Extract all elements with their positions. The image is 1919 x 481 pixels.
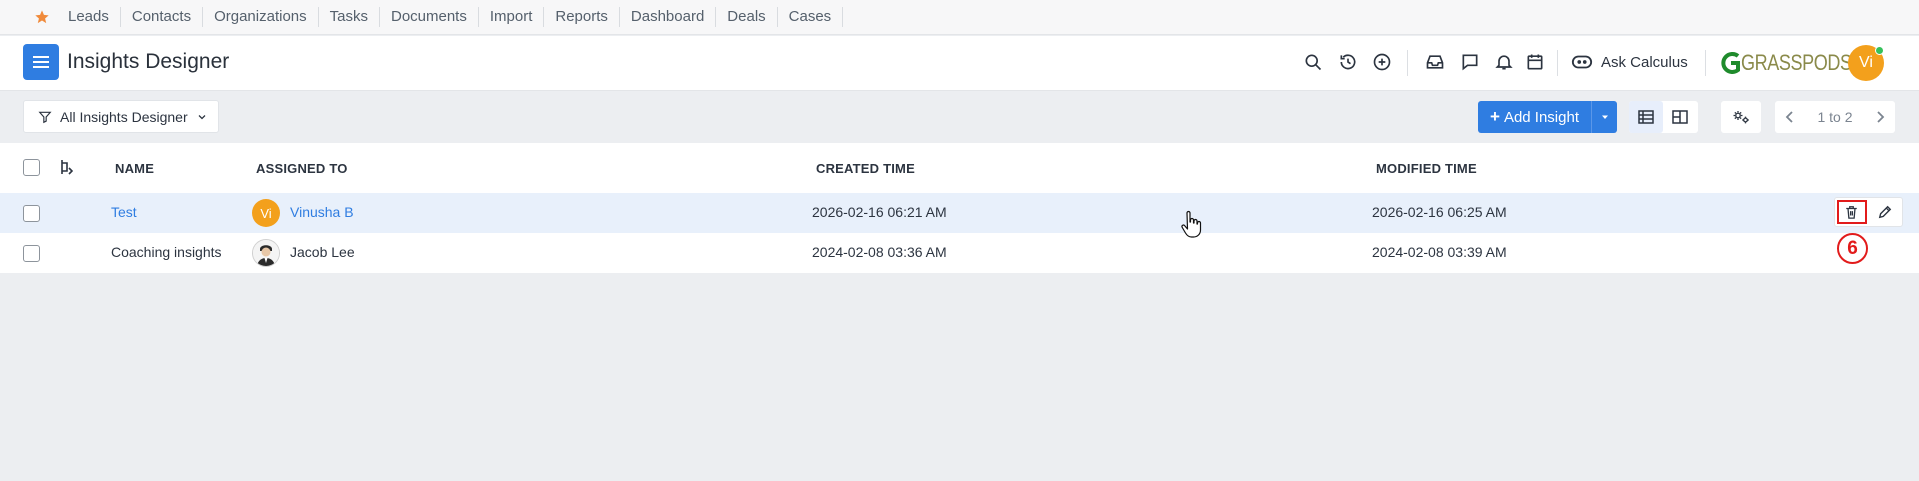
nav-documents[interactable]: Documents xyxy=(380,7,479,27)
nav-deals[interactable]: Deals xyxy=(716,7,778,27)
table-row[interactable]: Coaching insights Jacob Lee 2024-02-08 0… xyxy=(0,233,1919,273)
logo-mark-icon xyxy=(1721,52,1740,74)
bell-icon[interactable] xyxy=(1493,51,1515,73)
hamburger-icon xyxy=(33,56,49,68)
person-photo-icon xyxy=(253,240,279,266)
created-time: 2026-02-16 06:21 AM xyxy=(812,204,947,220)
calendar-icon[interactable] xyxy=(1524,51,1546,73)
filter-label: All Insights Designer xyxy=(60,108,188,125)
gears-icon xyxy=(1733,111,1749,124)
nav-contacts[interactable]: Contacts xyxy=(121,7,204,27)
top-nav: Leads Contacts Organizations Tasks Docum… xyxy=(0,0,1919,35)
kanban-view-icon xyxy=(1672,110,1688,124)
add-insight-button-group: + Add Insight xyxy=(1478,101,1617,133)
insight-name[interactable]: Coaching insights xyxy=(111,244,222,260)
assignee-name[interactable]: Jacob Lee xyxy=(290,244,355,260)
page-title: Insights Designer xyxy=(67,50,230,73)
column-resize-icon[interactable] xyxy=(59,159,74,180)
menu-button[interactable] xyxy=(23,44,59,80)
modified-time: 2026-02-16 06:25 AM xyxy=(1372,204,1507,220)
column-header-name[interactable]: NAME xyxy=(115,161,154,176)
nav-tasks[interactable]: Tasks xyxy=(319,7,380,27)
modified-time: 2024-02-08 03:39 AM xyxy=(1372,244,1507,260)
star-icon[interactable] xyxy=(33,9,50,26)
ask-calculus-button[interactable]: Ask Calculus xyxy=(1571,49,1688,75)
step-annotation-badge: 6 xyxy=(1837,233,1868,264)
filter-icon xyxy=(38,111,52,123)
add-insight-label: Add Insight xyxy=(1503,108,1579,126)
hand-cursor-icon xyxy=(1180,210,1202,245)
bot-icon xyxy=(1571,55,1593,69)
add-insight-button[interactable]: + Add Insight xyxy=(1478,101,1591,133)
page-range: 1 to 2 xyxy=(1817,109,1853,125)
edit-button[interactable] xyxy=(1869,198,1903,226)
history-icon[interactable] xyxy=(1337,51,1359,73)
table-row[interactable]: Test Vi Vinusha B 2026-02-16 06:21 AM 20… xyxy=(0,193,1919,233)
assignee-initials: Vi xyxy=(260,205,272,221)
select-all-checkbox[interactable] xyxy=(23,159,40,176)
add-circle-icon[interactable] xyxy=(1371,51,1393,73)
page-header: Insights Designer Ask Calculus GRASSPODS… xyxy=(0,36,1919,91)
assignee-avatar xyxy=(252,239,280,267)
chevron-left-icon[interactable] xyxy=(1785,110,1795,124)
view-toggle xyxy=(1629,101,1698,133)
column-header-created-time[interactable]: CREATED TIME xyxy=(816,161,915,176)
ask-calculus-label: Ask Calculus xyxy=(1601,53,1688,71)
assignee-avatar: Vi xyxy=(252,199,280,227)
chat-icon[interactable] xyxy=(1459,51,1481,73)
nav-dashboard[interactable]: Dashboard xyxy=(620,7,717,27)
assignee-link[interactable]: Vinusha B xyxy=(290,204,354,220)
nav-import[interactable]: Import xyxy=(479,7,545,27)
created-time: 2024-02-08 03:36 AM xyxy=(812,244,947,260)
insight-name-link[interactable]: Test xyxy=(111,204,137,220)
table-view-icon xyxy=(1638,110,1654,124)
search-icon[interactable] xyxy=(1302,51,1324,73)
caret-down-icon xyxy=(1601,115,1608,119)
logo-text: GRASSPODS xyxy=(1741,50,1852,75)
list-view-button[interactable] xyxy=(1629,101,1663,133)
nav-organizations[interactable]: Organizations xyxy=(203,7,319,27)
header-divider xyxy=(1557,50,1558,76)
plus-icon: + xyxy=(1490,107,1500,126)
row-checkbox[interactable] xyxy=(23,245,40,262)
add-options-caret[interactable] xyxy=(1591,101,1617,133)
column-header-assigned-to[interactable]: ASSIGNED TO xyxy=(256,161,348,176)
nav-reports[interactable]: Reports xyxy=(544,7,620,27)
column-header-modified-time[interactable]: MODIFIED TIME xyxy=(1376,161,1477,176)
table-header: NAME ASSIGNED TO CREATED TIME MODIFIED T… xyxy=(0,143,1919,191)
header-divider xyxy=(1705,50,1706,76)
delete-button[interactable] xyxy=(1835,198,1869,226)
trash-icon xyxy=(1846,206,1857,219)
pagination: 1 to 2 xyxy=(1775,101,1895,133)
insights-table: NAME ASSIGNED TO CREATED TIME MODIFIED T… xyxy=(0,143,1919,273)
chevron-down-icon xyxy=(198,114,206,119)
user-initials: Vi xyxy=(1859,54,1873,71)
row-checkbox[interactable] xyxy=(23,205,40,222)
view-filter-dropdown[interactable]: All Insights Designer xyxy=(23,100,219,133)
column-settings-button[interactable] xyxy=(1721,101,1761,133)
pencil-icon xyxy=(1879,205,1892,219)
online-status-dot xyxy=(1875,46,1884,55)
chevron-right-icon[interactable] xyxy=(1875,110,1885,124)
header-divider xyxy=(1407,50,1408,76)
kanban-view-button[interactable] xyxy=(1663,101,1697,133)
inbox-icon[interactable] xyxy=(1424,51,1446,73)
user-avatar[interactable]: Vi xyxy=(1848,45,1884,81)
nav-leads[interactable]: Leads xyxy=(57,7,121,27)
row-actions xyxy=(1834,197,1903,227)
nav-cases[interactable]: Cases xyxy=(778,7,844,27)
